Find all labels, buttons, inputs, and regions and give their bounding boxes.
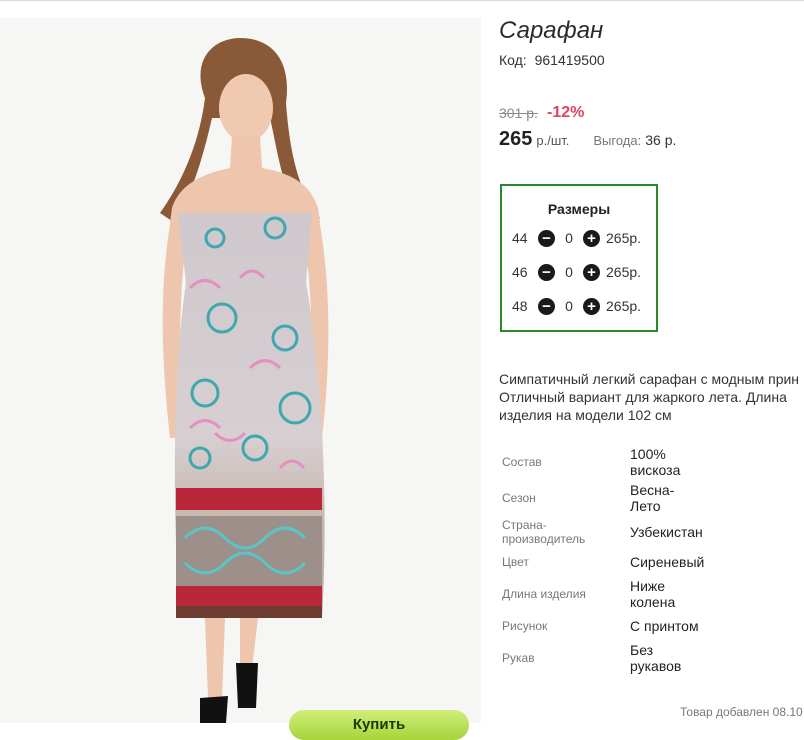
benefit-value: 36 р. (645, 132, 677, 148)
top-divider (0, 0, 804, 1)
attr-value-line: вискоза (630, 462, 681, 478)
size-row: 46 − 0 + 265р. (512, 262, 641, 282)
product-title: Сарафан (499, 17, 604, 44)
attr-value-color: Сиреневый (630, 554, 710, 570)
size-price: 265р. (606, 264, 642, 280)
attr-value-line: Сиреневый (630, 554, 705, 570)
attr-value-composition: 100% вискоза (630, 446, 710, 478)
size-row: 44 − 0 + 265р. (512, 228, 641, 248)
size-price: 265р. (606, 230, 642, 246)
attr-value-line: Узбекистан (630, 524, 703, 540)
size-value: 48 (512, 298, 528, 314)
attr-label-sleeve: Рукав (502, 651, 535, 665)
attr-label-line: производитель (502, 532, 586, 546)
product-description: Симпатичный легкий сарафан с модным прин… (499, 370, 804, 424)
buy-button[interactable]: Купить (289, 710, 469, 740)
plus-circle-icon[interactable]: + (583, 229, 600, 247)
plus-circle-icon[interactable]: + (583, 297, 600, 315)
model-illustration (160, 38, 329, 723)
minus-circle-icon[interactable]: − (538, 263, 555, 281)
minus-circle-icon[interactable]: − (538, 229, 555, 247)
attr-label-color: Цвет (502, 555, 529, 569)
attr-label-composition: Состав (502, 455, 542, 469)
description-line: изделия на модели 102 см (499, 407, 672, 423)
attr-value-length: Ниже колена (630, 578, 710, 610)
attr-value-line: колена (630, 594, 676, 610)
attr-value-line: Лето (630, 498, 661, 514)
attr-value-line: рукавов (630, 658, 682, 674)
size-quantity: 0 (565, 264, 573, 280)
added-date: Товар добавлен 08.10 (680, 705, 803, 719)
description-line: Отличный вариант для жаркого лета. Длина (499, 389, 787, 405)
price-unit: р./шт. (536, 133, 570, 148)
size-row: 48 − 0 + 265р. (512, 296, 641, 316)
plus-circle-icon[interactable]: + (583, 263, 600, 281)
attr-label-pattern: Рисунок (502, 619, 548, 633)
attr-value-country: Узбекистан (630, 524, 710, 540)
size-value: 46 (512, 264, 528, 280)
description-line: Симпатичный легкий сарафан с модным прин (499, 371, 800, 387)
attr-label-country: Страна- производитель (502, 518, 585, 546)
product-code-value: 961419500 (534, 52, 605, 68)
product-code-label: Код: (499, 52, 527, 68)
price-row: 265 р./шт. Выгода: 36 р. (499, 128, 676, 151)
attr-value-season: Весна- Лето (630, 482, 710, 514)
attr-value-line: Ниже (630, 578, 666, 594)
attr-label-line: Страна- (502, 518, 547, 532)
attr-value-line: 100% (630, 446, 666, 462)
sizes-title: Размеры (547, 201, 611, 217)
sizes-selector: Размеры 44 − 0 + 265р. 46 − 0 + 265р. 48… (500, 184, 658, 332)
size-value: 44 (512, 230, 528, 246)
current-price: 265 (499, 128, 533, 150)
benefit-label: Выгода: (593, 133, 642, 148)
attr-value-line: Без (630, 642, 654, 658)
attr-value-sleeve: Без рукавов (630, 642, 710, 674)
attr-value-pattern: С принтом (630, 618, 710, 634)
attr-value-line: С принтом (630, 618, 699, 634)
size-quantity: 0 (565, 298, 573, 314)
old-price: 301 р. (499, 105, 538, 121)
product-code: Код: 961419500 (499, 52, 605, 68)
size-quantity: 0 (565, 230, 573, 246)
size-price: 265р. (606, 298, 642, 314)
discount-badge: -12% (547, 104, 585, 121)
attr-value-line: Весна- (630, 482, 675, 498)
attr-label-season: Сезон (502, 491, 536, 505)
product-photo[interactable] (0, 18, 481, 723)
minus-circle-icon[interactable]: − (538, 297, 555, 315)
attr-label-length: Длина изделия (502, 587, 586, 601)
